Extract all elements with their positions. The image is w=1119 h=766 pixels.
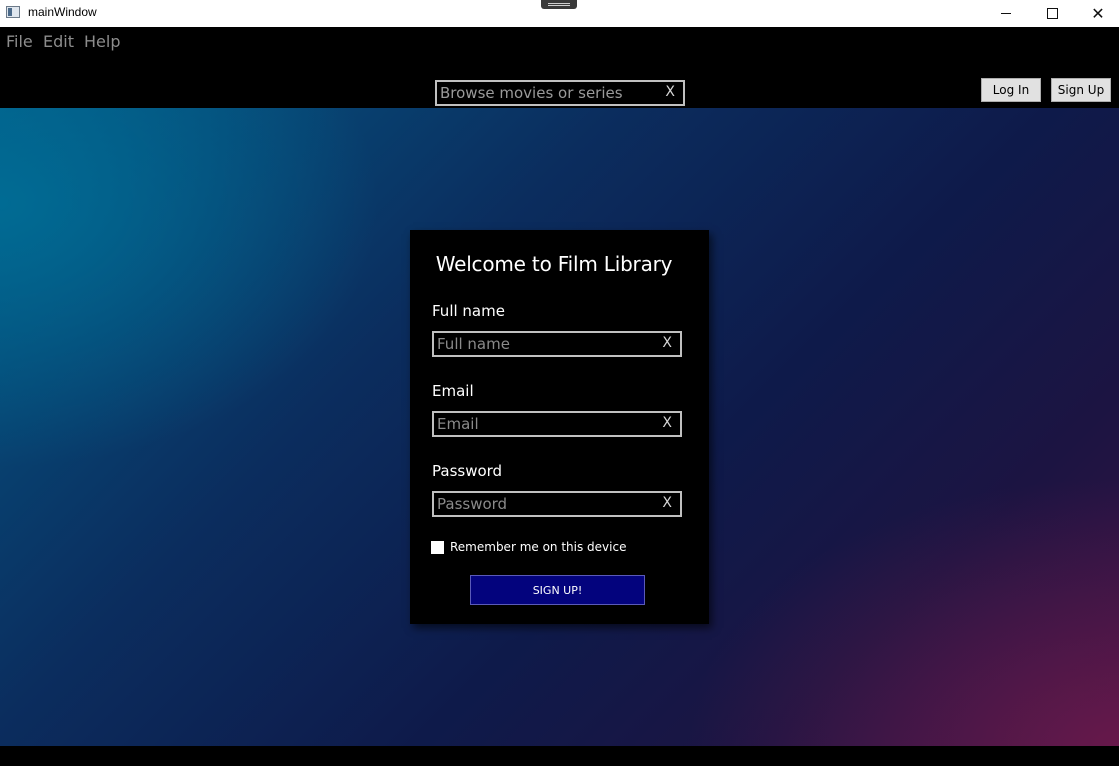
- search-box: X: [435, 80, 685, 106]
- signup-button[interactable]: Sign Up: [1051, 78, 1111, 102]
- email-box: X: [432, 411, 682, 437]
- email-input[interactable]: [434, 413, 657, 435]
- password-box: X: [432, 491, 682, 517]
- full-name-box: X: [432, 331, 682, 357]
- menu-file[interactable]: File: [6, 32, 33, 51]
- remember-me-label: Remember me on this device: [450, 540, 627, 554]
- remember-me-checkbox[interactable]: [431, 540, 444, 554]
- login-button[interactable]: Log In: [981, 78, 1041, 102]
- signup-submit-button[interactable]: SIGN UP!: [470, 575, 645, 605]
- close-icon: ✕: [1091, 4, 1105, 23]
- menu-help[interactable]: Help: [84, 32, 120, 51]
- card-title: Welcome to Film Library: [435, 252, 673, 276]
- menu-edit[interactable]: Edit: [43, 32, 74, 51]
- app-icon: [6, 6, 20, 18]
- full-name-clear-button[interactable]: X: [662, 335, 672, 351]
- full-name-input[interactable]: [434, 333, 657, 355]
- close-button[interactable]: ✕: [1075, 0, 1119, 27]
- password-clear-button[interactable]: X: [662, 495, 672, 511]
- title-bar: mainWindow ✕: [0, 0, 1119, 27]
- minimize-icon: [1001, 13, 1011, 14]
- window-title: mainWindow: [28, 5, 97, 19]
- password-label: Password: [432, 462, 503, 480]
- password-input[interactable]: [434, 493, 657, 515]
- remember-me-row: Remember me on this device: [431, 540, 626, 554]
- email-label: Email: [432, 382, 474, 400]
- email-clear-button[interactable]: X: [662, 415, 672, 431]
- menu-bar: File Edit Help X Log In Sign Up: [0, 27, 1119, 108]
- signup-card: Welcome to Film Library Full name X Emai…: [410, 230, 709, 624]
- bottom-bar: [0, 746, 1119, 766]
- search-input[interactable]: [437, 82, 660, 104]
- full-name-label: Full name: [432, 302, 505, 320]
- maximize-icon: [1046, 8, 1058, 19]
- maximize-button[interactable]: [1029, 0, 1075, 27]
- search-clear-button[interactable]: X: [665, 84, 675, 100]
- drag-handle[interactable]: [541, 0, 577, 9]
- main-window: mainWindow ✕ File Edit Help X Log In Sig…: [0, 0, 1119, 766]
- minimize-button[interactable]: [983, 0, 1029, 27]
